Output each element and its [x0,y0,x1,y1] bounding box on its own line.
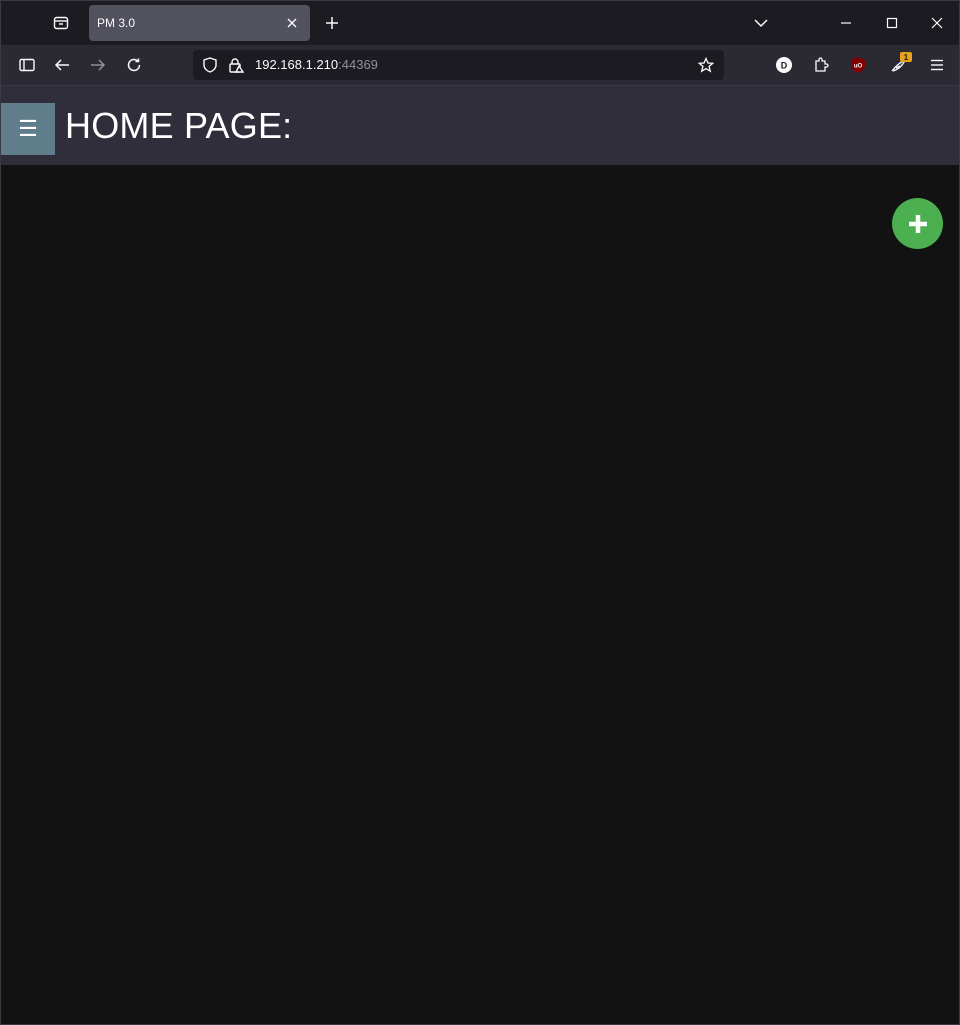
new-tab-button[interactable] [317,7,347,39]
list-all-tabs-button[interactable] [745,7,777,39]
app-header: ☰ HOME PAGE: [1,85,959,165]
plus-icon [326,17,338,29]
extension-badge-button[interactable]: 1 [884,49,914,81]
app-menu-button[interactable] [922,49,952,81]
arrow-left-icon [54,59,69,71]
hamburger-icon: ☰ [18,116,38,141]
url-bar[interactable]: 192.168.1.210:44369 [193,50,724,80]
back-button[interactable] [46,49,78,81]
extensions-button[interactable] [807,49,835,81]
page-content: ☰ HOME PAGE: [1,85,959,1024]
close-icon [287,18,297,28]
extension-badge-count: 1 [900,52,912,62]
navigation-toolbar: 192.168.1.210:44369 D uO 1 [1,45,959,85]
tab-active[interactable]: PM 3.0 [89,5,310,41]
svg-text:uO: uO [854,64,863,70]
lock-warning-icon [229,58,244,73]
bookmark-star-button[interactable] [693,52,719,78]
ublock-shield-icon: uO [851,57,865,73]
url-host: 192.168.1.210 [255,57,339,72]
window-close-button[interactable] [915,1,959,45]
ublock-origin-button[interactable]: uO [844,49,872,81]
browser-window: PM 3.0 192.168.1.210:44369 D uO 1 ☰ HOME… [0,0,960,1025]
svg-text:D: D [781,61,788,71]
star-icon [698,57,714,73]
extension-d-button[interactable]: D [771,49,797,81]
tab-close-button[interactable] [280,11,304,35]
arrow-right-icon [91,59,106,71]
hamburger-menu-icon [931,59,943,71]
window-maximize-button[interactable] [869,1,915,45]
minimize-icon [841,22,851,24]
hamburger-menu-button[interactable]: ☰ [1,103,55,155]
maximize-icon [886,17,898,29]
forward-button[interactable] [82,49,114,81]
tracking-protection-button[interactable] [197,52,223,78]
reload-button[interactable] [118,49,150,81]
sidebar-toggle-button[interactable] [11,49,43,81]
extension-d-icon: D [776,57,792,73]
close-icon [931,17,943,29]
tab-strip: PM 3.0 [1,1,959,45]
firefox-view-icon [53,16,69,30]
firefox-view-button[interactable] [45,7,77,39]
plus-icon [908,214,927,233]
url-port: :44369 [338,57,378,72]
site-security-button[interactable] [223,52,249,78]
window-minimize-button[interactable] [823,1,869,45]
url-text[interactable]: 192.168.1.210:44369 [255,57,378,72]
sidebar-icon [19,58,35,72]
shield-icon [203,57,217,73]
chevron-down-icon [754,19,768,28]
tab-title: PM 3.0 [97,16,136,30]
reload-icon [127,58,141,72]
add-button[interactable] [892,198,943,249]
puzzle-icon [815,57,829,72]
page-title: HOME PAGE: [65,105,293,146]
